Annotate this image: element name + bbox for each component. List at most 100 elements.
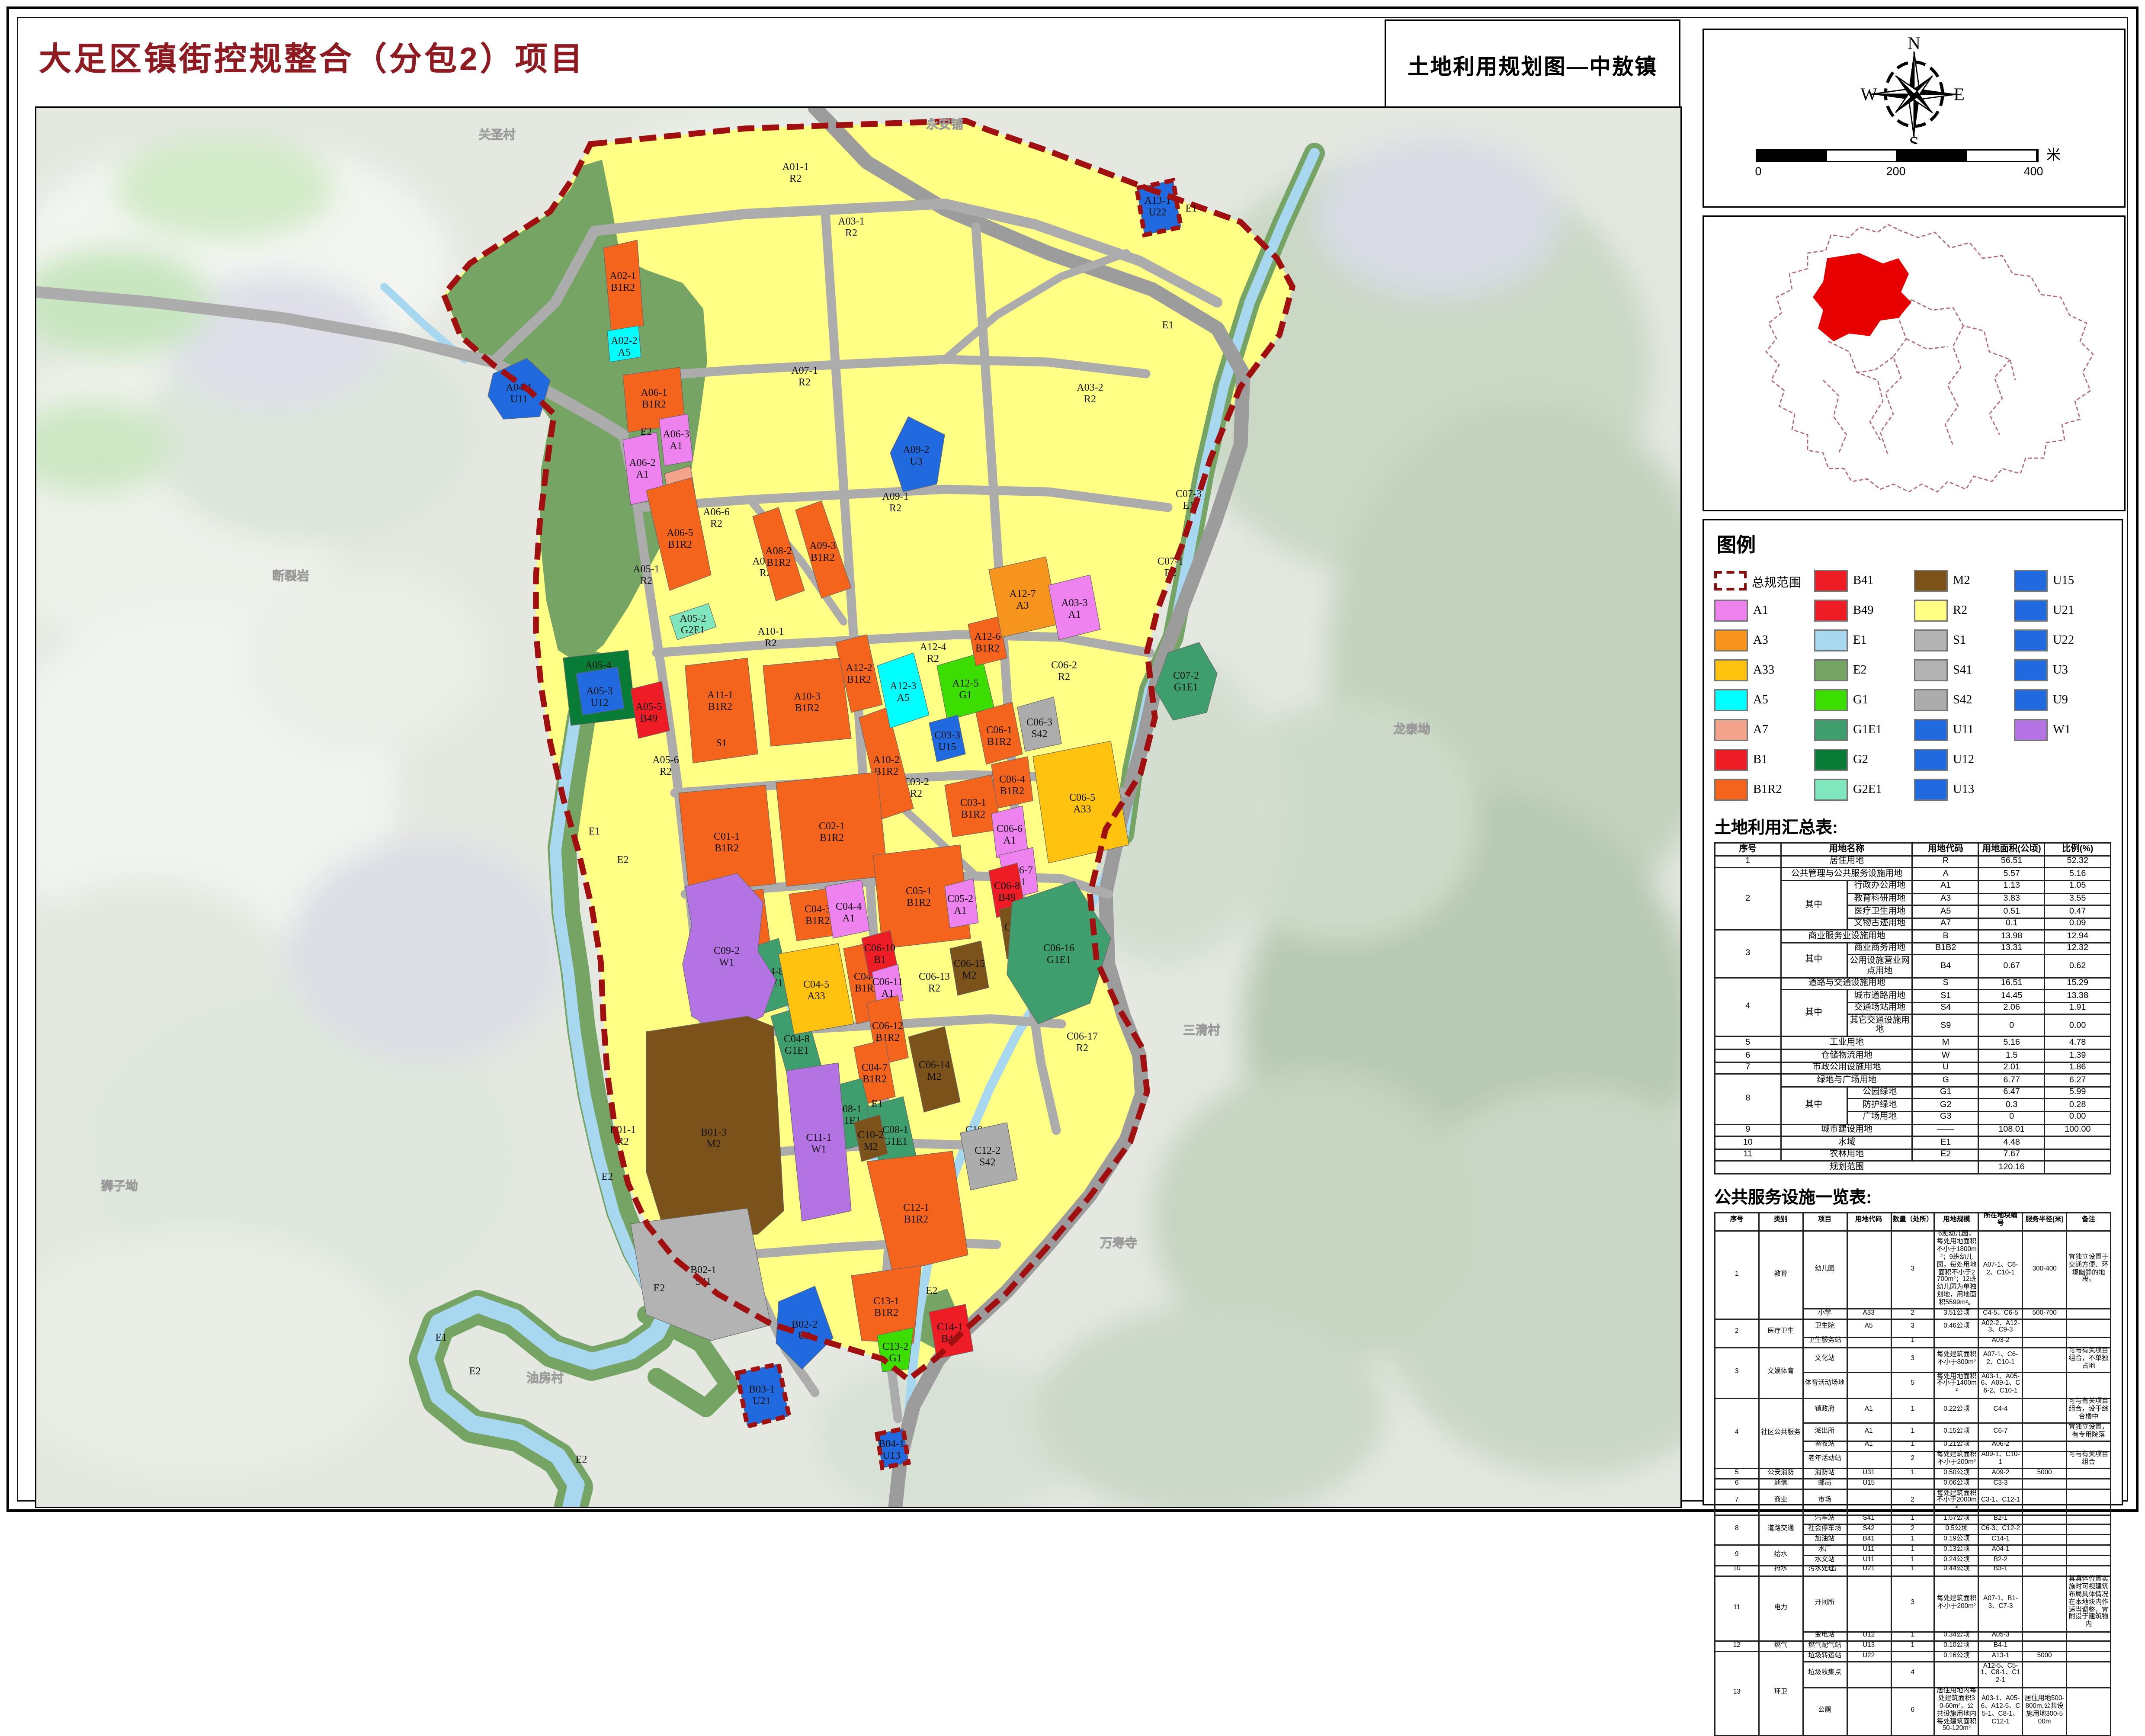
table-cell: 12.32 bbox=[2045, 943, 2111, 955]
parcel-A05-3[interactable]: A05-3U12 bbox=[576, 667, 624, 715]
legend-item-B49: B49 bbox=[1814, 596, 1911, 626]
svg-text:C04-8G1E1: C04-8G1E1 bbox=[784, 1033, 810, 1056]
parcel-B01-3[interactable]: B01-3M2 bbox=[646, 1016, 784, 1239]
parcel-C14-1[interactable]: C14-1B41 bbox=[929, 1304, 973, 1359]
parcel-A02-2[interactable]: A02-2A5 bbox=[607, 326, 641, 362]
table-cell: 2.01 bbox=[1978, 1062, 2044, 1074]
legend-label: E2 bbox=[1853, 664, 1867, 677]
legend-swatch bbox=[1914, 659, 1948, 681]
table-cell: 文化站 bbox=[1803, 1347, 1847, 1373]
table-row: 9城市建设用地——108.01100.00 bbox=[1715, 1124, 2111, 1136]
land-label-E2: E2 bbox=[654, 1283, 665, 1294]
table-cell bbox=[2023, 1423, 2067, 1441]
table-cell: A06-2 bbox=[1978, 1441, 2023, 1451]
table-cell: 11 bbox=[1715, 1149, 1781, 1162]
table-cell: 5.99 bbox=[2045, 1087, 2111, 1099]
table-cell: A07-1、C6-2、C10-1 bbox=[1978, 1231, 2023, 1309]
table-row: 4道路与交通设施用地S16.5115.29 bbox=[1715, 977, 2111, 990]
parcel-B04-1[interactable]: B04-1U13 bbox=[877, 1429, 908, 1468]
table-cell: B4-1 bbox=[1978, 1642, 2023, 1652]
legend-swatch bbox=[1914, 719, 1948, 741]
table-cell bbox=[2023, 1441, 2067, 1451]
table-cell: 教育科研用地 bbox=[1847, 893, 1912, 905]
legend-label: S41 bbox=[1953, 664, 1972, 677]
table-cell: 仓储物流用地 bbox=[1781, 1049, 1913, 1062]
table-cell: A07-1、B1-3、C7-3 bbox=[1978, 1576, 2023, 1632]
table-cell: 1.13 bbox=[1978, 880, 2044, 893]
table-cell: 0.51 bbox=[1978, 905, 2044, 918]
legend-label: S1 bbox=[1953, 634, 1966, 647]
legend-swatch bbox=[1714, 600, 1748, 622]
svg-text:C13-1B1R2: C13-1B1R2 bbox=[873, 1296, 899, 1319]
table-cell: 1 bbox=[1891, 1398, 1935, 1423]
parcel-C05-2[interactable]: C05-2A1 bbox=[945, 879, 978, 928]
table-cell: 0.1 bbox=[1978, 918, 2044, 931]
svg-text:C02-1B1R2: C02-1B1R2 bbox=[819, 821, 845, 844]
table-cell: 规划范围 bbox=[1715, 1161, 1979, 1174]
legend-swatch bbox=[1814, 779, 1848, 801]
table-row: 3文娱体育文化站3每处建筑面积不小于800m²A07-1、C6-2、C10-1可… bbox=[1715, 1347, 2111, 1373]
table-cell: 9 bbox=[1715, 1124, 1781, 1136]
table-cell: 老年活动站 bbox=[1803, 1451, 1847, 1469]
table-cell: 小学 bbox=[1803, 1309, 1847, 1319]
svg-text:C07-2G1E1: C07-2G1E1 bbox=[1173, 670, 1199, 693]
table-cell bbox=[2067, 1525, 2111, 1535]
table-cell bbox=[1847, 1489, 1891, 1515]
parcel-A13-1[interactable]: A13-1U22 bbox=[1137, 180, 1181, 235]
table-cell bbox=[2023, 1525, 2067, 1535]
legend-label: W1 bbox=[2053, 724, 2071, 737]
parcel-C13-2[interactable]: C13-2G1 bbox=[877, 1328, 914, 1372]
parcel-C12-2[interactable]: C12-2S42 bbox=[960, 1123, 1017, 1190]
scale-400: 400 bbox=[2023, 165, 2043, 178]
parcel-A10-3[interactable]: A10-3B1R2 bbox=[763, 658, 851, 746]
table-cell: B4 bbox=[1913, 955, 1978, 977]
table-cell: 13.31 bbox=[1978, 943, 2044, 955]
table-cell: G bbox=[1913, 1074, 1978, 1087]
legend-item-G1: G1 bbox=[1814, 685, 1911, 715]
table-cell: B2-1 bbox=[1978, 1515, 2023, 1525]
table-cell: 500-700 bbox=[2023, 1309, 2067, 1319]
legend-swatch bbox=[2014, 689, 2048, 711]
table-cell: C6-3、C12-2 bbox=[1978, 1525, 2023, 1535]
legend-item-E1: E1 bbox=[1814, 626, 1911, 655]
parcel-A06-3[interactable]: A06-3A1 bbox=[659, 414, 693, 466]
legend-swatch bbox=[1814, 629, 1848, 651]
table-cell: U12 bbox=[1847, 1631, 1891, 1642]
table-row: 7市政公用设施用地U2.011.86 bbox=[1715, 1062, 2111, 1074]
legend-swatch bbox=[2014, 719, 2048, 741]
legend-label: U12 bbox=[1953, 754, 1974, 767]
parcel-C06-4[interactable]: C06-4B1R2 bbox=[991, 757, 1033, 809]
map-canvas: A01-1R2A03-1R2A07-1R2A03-2R2A09-1R2A06-6… bbox=[36, 108, 1680, 1507]
legend-swatch-dashed bbox=[1714, 571, 1747, 590]
table-cell bbox=[2067, 1687, 2111, 1735]
legend-item-W1: W1 bbox=[2014, 715, 2111, 745]
table-cell bbox=[1847, 1373, 1891, 1398]
svg-text:A09-3B1R2: A09-3B1R2 bbox=[809, 540, 836, 563]
table-cell bbox=[2067, 1441, 2111, 1451]
legend-label: 总规范围 bbox=[1752, 572, 1801, 590]
legend-item-B1: B1 bbox=[1714, 745, 1812, 775]
table-cell: U11 bbox=[1847, 1545, 1891, 1556]
parcel-C04-4[interactable]: C04-4A1 bbox=[825, 880, 869, 938]
table-cell: A1 bbox=[1847, 1441, 1891, 1451]
table-cell: 3.51公顷 bbox=[1935, 1309, 1979, 1319]
table-cell: 镇政府 bbox=[1803, 1398, 1847, 1423]
scale-200: 200 bbox=[1886, 165, 1905, 178]
table-cell: S41 bbox=[1847, 1515, 1891, 1525]
legend-item-U21: U21 bbox=[2014, 596, 2111, 626]
table-cell: A bbox=[1913, 868, 1978, 881]
table-cell: 邮局 bbox=[1803, 1479, 1847, 1489]
table-cell: C4-4 bbox=[1978, 1398, 2023, 1423]
location-inset-map bbox=[1703, 215, 2126, 511]
parcel-C02-1[interactable]: C02-1B1R2 bbox=[776, 772, 888, 886]
legend-item-U11: U11 bbox=[1914, 715, 2011, 745]
table-cell: 燃气配气站 bbox=[1803, 1642, 1847, 1652]
parcel-A12-7[interactable]: A12-7A3 bbox=[989, 557, 1059, 637]
legend-swatch bbox=[1914, 600, 1948, 622]
table-cell: 3 bbox=[1891, 1576, 1935, 1632]
table-cell bbox=[2067, 1479, 2111, 1489]
table-cell: U22 bbox=[1847, 1652, 1891, 1662]
main-map[interactable]: A01-1R2A03-1R2A07-1R2A03-2R2A09-1R2A06-6… bbox=[35, 106, 1682, 1508]
legend-swatch bbox=[1814, 689, 1848, 711]
scale-seg-4 bbox=[1966, 151, 2037, 161]
